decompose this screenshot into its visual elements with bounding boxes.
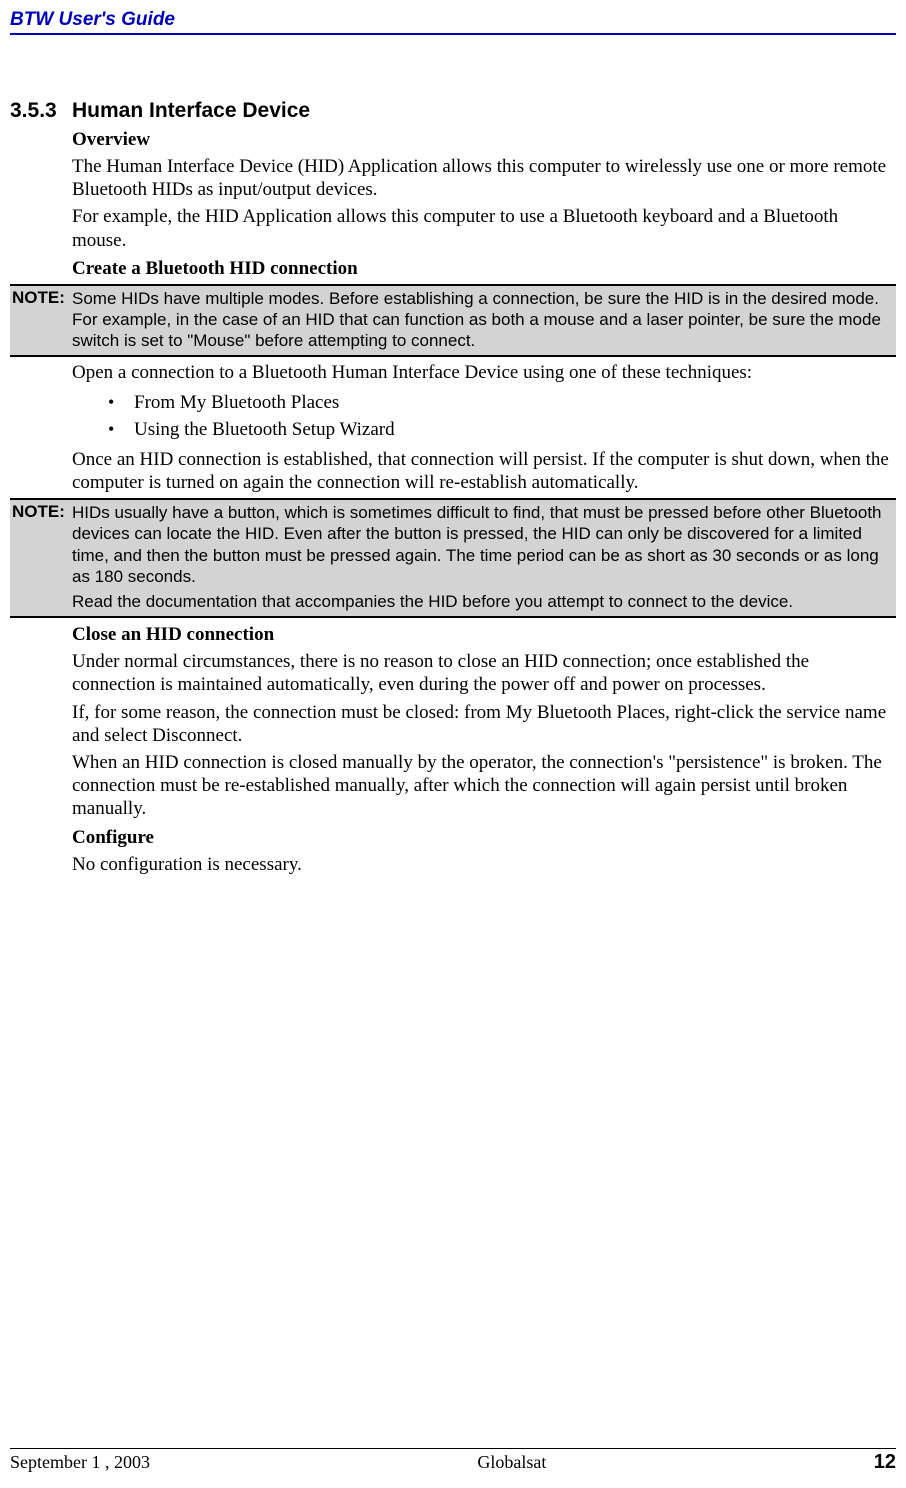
- close-p3: When an HID connection is closed manuall…: [72, 751, 896, 821]
- note-text: Some HIDs have multiple modes. Before es…: [72, 288, 890, 352]
- section-number: 3.5.3: [10, 99, 72, 123]
- page-header: BTW User's Guide: [0, 0, 906, 33]
- note-label: NOTE:: [10, 502, 72, 587]
- note-text-secondary: Read the documentation that accompanies …: [72, 591, 890, 612]
- note-row: NOTE: HIDs usually have a button, which …: [10, 502, 890, 587]
- overview-p2: For example, the HID Application allows …: [72, 205, 896, 251]
- note-box-1: NOTE: Some HIDs have multiple modes. Bef…: [10, 284, 896, 358]
- close-p2: If, for some reason, the connection must…: [72, 701, 896, 747]
- footer-page-number: 12: [874, 1451, 896, 1474]
- list-item: Using the Bluetooth Setup Wizard: [108, 416, 896, 444]
- header-rule: [10, 33, 896, 35]
- footer-date: September 1 , 2003: [10, 1452, 150, 1473]
- close-p1: Under normal circumstances, there is no …: [72, 650, 896, 696]
- close-heading: Close an HID connection: [72, 624, 896, 646]
- indented-content: Overview The Human Interface Device (HID…: [72, 129, 896, 876]
- section-title: Human Interface Device: [72, 99, 310, 123]
- footer-center: Globalsat: [477, 1452, 546, 1473]
- footer-rule: [10, 1448, 896, 1449]
- section-heading-row: 3.5.3 Human Interface Device: [10, 99, 896, 123]
- header-title: BTW User's Guide: [10, 9, 175, 30]
- note-label: NOTE:: [10, 288, 72, 352]
- overview-p1: The Human Interface Device (HID) Applica…: [72, 155, 896, 201]
- configure-heading: Configure: [72, 827, 896, 849]
- note-row: NOTE: Some HIDs have multiple modes. Bef…: [10, 288, 890, 352]
- footer-row: September 1 , 2003 Globalsat 12: [10, 1451, 896, 1474]
- note-text: HIDs usually have a button, which is som…: [72, 502, 890, 587]
- create-heading: Create a Bluetooth HID connection: [72, 258, 896, 280]
- technique-list: From My Bluetooth Places Using the Bluet…: [108, 389, 896, 444]
- note-box-2: NOTE: HIDs usually have a button, which …: [10, 498, 896, 618]
- content-area: 3.5.3 Human Interface Device Overview Th…: [0, 99, 906, 876]
- configure-p1: No configuration is necessary.: [72, 853, 896, 876]
- overview-heading: Overview: [72, 129, 896, 151]
- list-item: From My Bluetooth Places: [108, 389, 896, 417]
- page-footer: September 1 , 2003 Globalsat 12: [10, 1448, 896, 1474]
- persist-text: Once an HID connection is established, t…: [72, 448, 896, 494]
- open-connection-text: Open a connection to a Bluetooth Human I…: [72, 361, 896, 384]
